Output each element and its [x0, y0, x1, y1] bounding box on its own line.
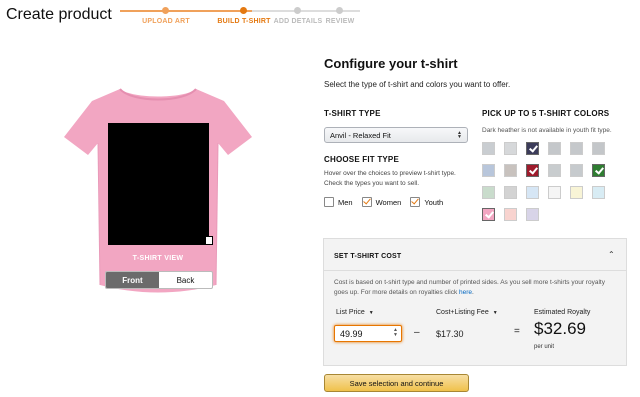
page-title: Create product	[6, 6, 112, 23]
select-arrows-icon: ▲ ▼	[457, 130, 462, 140]
step-add-details: ADD DETAILS	[273, 18, 323, 25]
progress-stepper: UPLOAD ART BUILD T-SHIRT ADD DETAILS REV…	[120, 5, 360, 31]
color-swatch[interactable]	[570, 164, 583, 177]
color-swatch[interactable]	[482, 208, 495, 221]
color-swatch[interactable]	[526, 186, 539, 199]
back-view-button[interactable]: Back	[159, 272, 212, 288]
fit-type-options: Men Women Youth	[324, 197, 443, 207]
checkmark-icon	[595, 165, 604, 175]
color-swatch[interactable]	[570, 186, 583, 199]
color-swatch[interactable]	[548, 142, 561, 155]
step-review: REVIEW	[325, 18, 355, 25]
color-swatch[interactable]	[592, 164, 605, 177]
men-checkbox[interactable]	[324, 197, 334, 207]
dropdown-caret-icon: ▼	[368, 309, 374, 316]
colors-note: Dark heather is not available in youth f…	[482, 127, 612, 134]
save-continue-button[interactable]: Save selection and continue	[324, 374, 469, 392]
color-swatch[interactable]	[548, 186, 561, 199]
dropdown-caret-icon: ▼	[492, 309, 498, 316]
tshirt-type-select[interactable]: Anvil - Relaxed Fit ▲ ▼	[324, 127, 468, 143]
fit-option-women[interactable]: Women	[361, 197, 402, 207]
color-swatch[interactable]	[526, 164, 539, 177]
list-price-value: 49.99	[340, 328, 363, 339]
step-dot-upload-art	[162, 7, 169, 14]
colors-label: PICK UP TO 5 T-SHIRT COLORS	[482, 109, 610, 118]
configure-heading: Configure your t-shirt	[324, 56, 458, 71]
color-swatch[interactable]	[526, 208, 539, 221]
listing-fee-value: $17.30	[436, 329, 464, 339]
royalty-value: $32.69	[534, 319, 586, 338]
color-swatch-grid	[482, 142, 605, 221]
list-price-label[interactable]: List Price ▼	[336, 309, 374, 316]
stepper-line-done	[120, 10, 252, 12]
cost-divider	[324, 270, 626, 271]
list-price-label-text: List Price	[336, 309, 365, 316]
tshirt-view-label: T-SHIRT VIEW	[132, 255, 184, 262]
step-dot-review	[336, 7, 343, 14]
youth-checkbox[interactable]	[410, 197, 421, 207]
stepper-line-todo	[252, 10, 360, 12]
royalty-details-link[interactable]: here	[459, 289, 472, 296]
cost-panel-header[interactable]: SET T-SHIRT COST	[334, 253, 401, 260]
fit-option-youth[interactable]: Youth	[410, 197, 443, 207]
royalty-label: Estimated Royalty	[534, 309, 591, 316]
step-upload-art[interactable]: UPLOAD ART	[142, 18, 190, 25]
women-checkbox[interactable]	[361, 197, 372, 207]
listing-fee-label[interactable]: Cost+Listing Fee ▼	[436, 309, 498, 316]
listing-fee-label-text: Cost+Listing Fee	[436, 309, 489, 316]
fit-label-men: Men	[338, 197, 353, 207]
step-dot-add-details	[294, 7, 301, 14]
equals-sign: =	[514, 326, 520, 337]
cost-description-end: .	[472, 289, 474, 296]
color-swatch[interactable]	[570, 142, 583, 155]
fit-label-youth: Youth	[424, 197, 444, 207]
fit-option-men[interactable]: Men	[324, 197, 353, 207]
per-unit-label: per unit	[534, 344, 555, 350]
color-swatch[interactable]	[504, 164, 517, 177]
color-swatch[interactable]	[526, 142, 539, 155]
color-swatch[interactable]	[504, 186, 517, 199]
list-price-input[interactable]: 49.99 ▲ ▼	[334, 325, 402, 342]
view-toggle: Front Back	[105, 271, 213, 289]
color-swatch[interactable]	[548, 164, 561, 177]
checkmark-icon	[529, 143, 538, 153]
configure-subheading: Select the type of t-shirt and colors yo…	[324, 80, 511, 89]
stepper-arrows-icon[interactable]: ▲ ▼	[393, 328, 398, 338]
color-swatch[interactable]	[482, 186, 495, 199]
collapse-caret-icon[interactable]: ⌃	[608, 250, 615, 259]
fit-label-women: Women	[375, 197, 402, 207]
checkmark-icon	[529, 165, 538, 175]
color-swatch[interactable]	[592, 142, 605, 155]
resize-handle-icon[interactable]	[205, 236, 213, 245]
cost-description: Cost is based on t-shirt type and number…	[334, 278, 614, 298]
checkmark-icon	[485, 209, 494, 219]
step-dot-build-tshirt	[240, 7, 247, 14]
color-swatch[interactable]	[482, 164, 495, 177]
design-artwork[interactable]	[108, 123, 209, 245]
color-swatch[interactable]	[504, 208, 517, 221]
tshirt-type-label: T-SHIRT TYPE	[324, 109, 381, 118]
step-build-tshirt: BUILD T-SHIRT	[217, 18, 271, 25]
fit-type-label: CHOOSE FIT TYPE	[324, 155, 400, 164]
minus-sign: –	[414, 327, 420, 338]
front-view-button[interactable]: Front	[106, 272, 159, 288]
color-swatch[interactable]	[592, 186, 605, 199]
color-swatch[interactable]	[504, 142, 517, 155]
tshirt-type-value: Anvil - Relaxed Fit	[330, 130, 391, 140]
color-swatch[interactable]	[482, 142, 495, 155]
fit-type-description: Hover over the choices to preview t-shir…	[324, 170, 456, 187]
